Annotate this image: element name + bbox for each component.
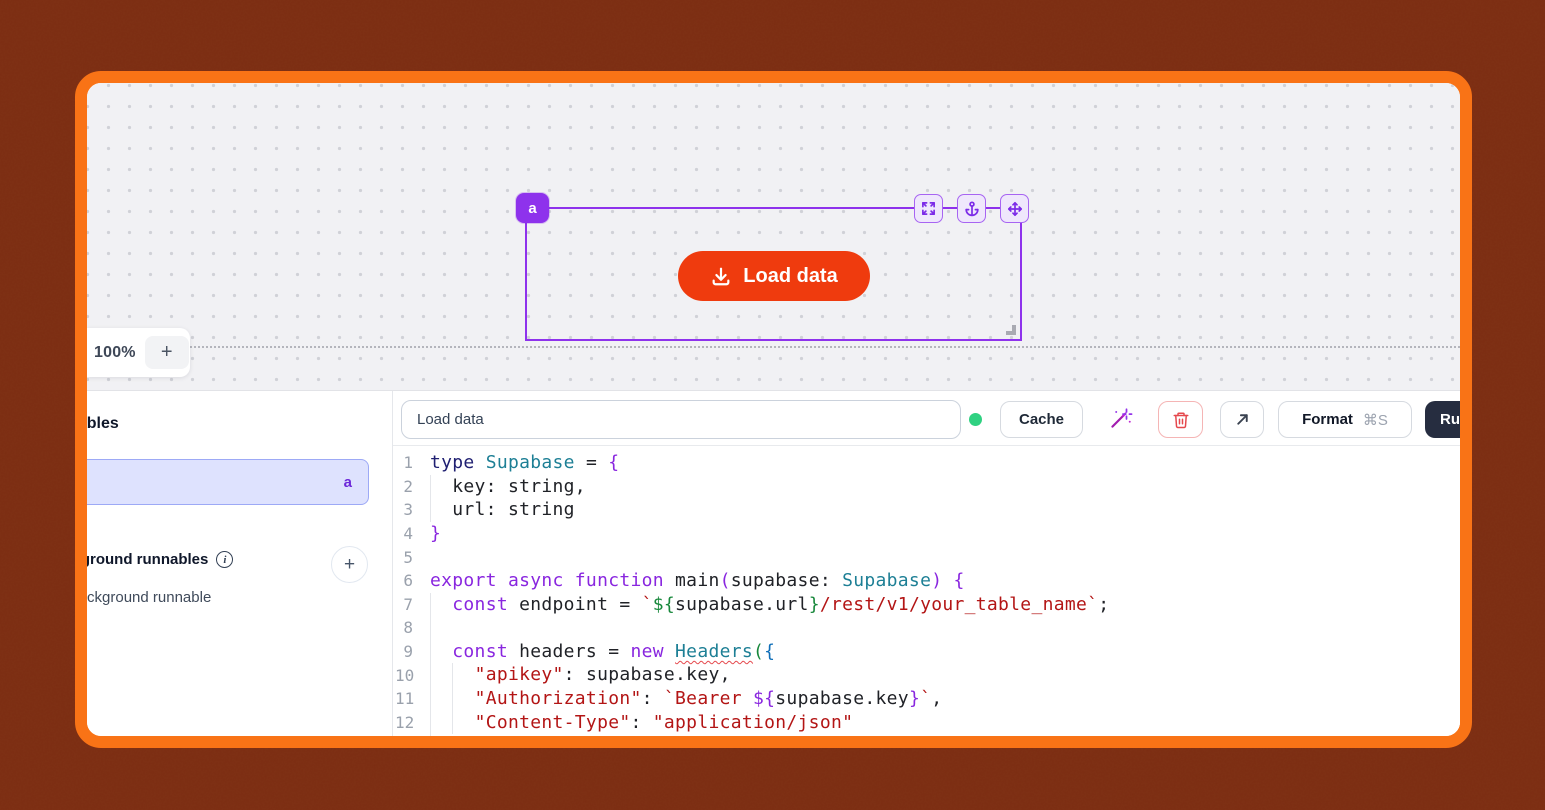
load-data-button[interactable]: Load data — [678, 251, 870, 301]
load-data-button-label: Load data — [743, 265, 837, 288]
code-line: 2 key: string, — [393, 475, 1460, 499]
format-button[interactable]: Format ⌘S — [1278, 401, 1412, 438]
resize-handle[interactable] — [1006, 325, 1016, 335]
run-button[interactable]: Run — [1425, 401, 1460, 438]
magic-wand-icon — [1107, 406, 1133, 432]
info-icon[interactable]: i — [216, 551, 233, 568]
anchor-component-button[interactable] — [957, 194, 986, 223]
diagonal-expand-icon — [1234, 411, 1251, 428]
status-dot — [969, 413, 982, 426]
runnable-item-label: Load data — [87, 474, 344, 491]
code-line: 13 }); — [393, 734, 1460, 736]
code-editor-panel: Cache — [393, 391, 1460, 736]
code-line: 9 const headers = new Headers({ — [393, 640, 1460, 664]
code-line: 4} — [393, 522, 1460, 546]
background-runnables-header: Background runnables i — [87, 551, 233, 568]
background-runnables-title: Background runnables — [87, 551, 208, 568]
anchor-icon — [964, 201, 980, 217]
runnable-name-input[interactable] — [401, 400, 961, 439]
move-component-button[interactable] — [1000, 194, 1029, 223]
runnables-sidebar: Runnables Load data a Background runnabl… — [87, 391, 393, 736]
code-line: 8 — [393, 616, 1460, 640]
runnable-item-selected[interactable]: Load data a — [87, 459, 369, 505]
runnable-item-badge: a — [344, 474, 352, 491]
zoom-in-button[interactable]: + — [145, 336, 189, 369]
code-line: 10 "apikey": supabase.key, — [393, 663, 1460, 687]
selected-button-component[interactable]: a — [525, 207, 1022, 341]
canvas-boundary-line — [87, 346, 1460, 348]
download-icon — [710, 265, 732, 287]
code-line: 11 "Authorization": `Bearer ${supabase.k… — [393, 687, 1460, 711]
runnables-title: Runnables — [87, 415, 119, 433]
code-line: 5 — [393, 545, 1460, 569]
trash-icon — [1172, 411, 1190, 429]
app-window: a — [75, 71, 1472, 748]
format-shortcut: ⌘S — [1363, 411, 1388, 429]
code-lines: 1type Supabase = {2 key: string,3 url: s… — [393, 451, 1460, 736]
cache-button[interactable]: Cache — [1000, 401, 1083, 438]
zoom-control: 100% + — [87, 328, 190, 377]
delete-button[interactable] — [1158, 401, 1203, 438]
code-line: 1type Supabase = { — [393, 451, 1460, 475]
move-icon — [1007, 201, 1023, 217]
app-canvas[interactable]: a — [87, 83, 1460, 390]
component-id-badge: a — [516, 193, 549, 223]
code-line: 12 "Content-Type": "application/json" — [393, 711, 1460, 735]
editor-toolbar: Cache — [393, 391, 1460, 445]
fullscreen-editor-button[interactable] — [1220, 401, 1264, 438]
bottom-panel: Runnables Load data a Background runnabl… — [87, 390, 1460, 736]
code-line: 7 const endpoint = `${supabase.url}/rest… — [393, 593, 1460, 617]
code-line: 6export async function main(supabase: Su… — [393, 569, 1460, 593]
code-line: 3 url: string — [393, 498, 1460, 522]
magic-wand-button[interactable] — [1105, 405, 1135, 435]
expand-component-button[interactable] — [914, 194, 943, 223]
add-background-runnable-button[interactable]: + — [331, 546, 368, 583]
code-editor[interactable]: 1type Supabase = {2 key: string,3 url: s… — [393, 445, 1460, 736]
zoom-level: 100% — [94, 344, 136, 362]
expand-icon — [921, 201, 936, 216]
background-runnables-empty-text: No background runnable — [87, 589, 211, 606]
format-button-label: Format — [1302, 411, 1353, 428]
